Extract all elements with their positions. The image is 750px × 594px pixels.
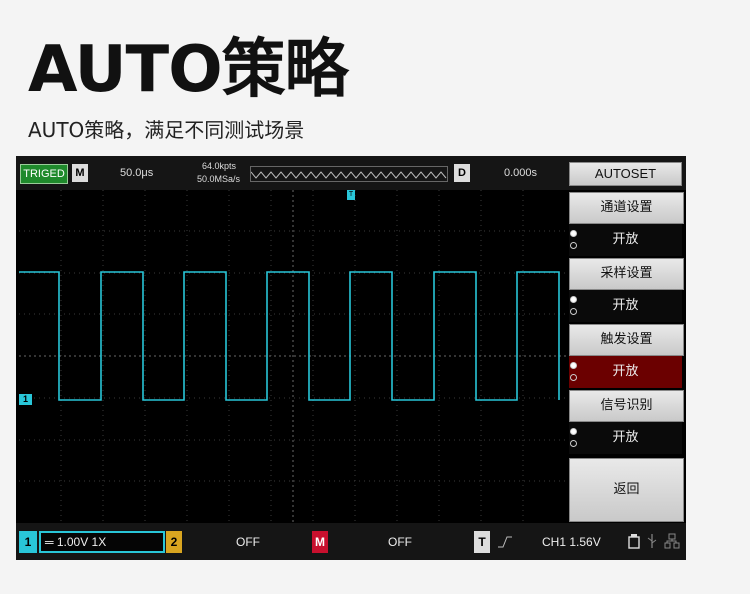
- hero-subtitle: AUTO策略，满足不同测试场景: [28, 118, 305, 142]
- memory-position-indicator: [250, 166, 448, 182]
- memory-zigzag: [250, 171, 447, 179]
- usb-drive-icon: [628, 533, 640, 553]
- menu-signal-recognition[interactable]: 信号识别: [569, 390, 684, 422]
- math-setting[interactable]: OFF: [388, 531, 412, 553]
- trigger-icon[interactable]: T: [474, 531, 490, 553]
- math-icon[interactable]: M: [312, 531, 328, 553]
- network-icon: [664, 533, 680, 553]
- menu-trigger-value[interactable]: 开放: [569, 356, 682, 388]
- menu-trigger-settings[interactable]: 触发设置: [569, 324, 684, 356]
- radio-on-indicator: [570, 296, 577, 303]
- bottom-status-bar: 1 ═ 1.00V 1X 2 OFF M OFF T CH1 1.56V: [16, 523, 686, 560]
- menu-back-button[interactable]: 返回: [569, 458, 684, 522]
- memory-depth: 64.0kpts: [202, 161, 237, 171]
- radio-off-indicator: [570, 308, 577, 315]
- hero-title: AUTO策略: [28, 33, 349, 107]
- radio-off-indicator: [570, 242, 577, 249]
- menu-signal-value[interactable]: 开放: [569, 422, 682, 454]
- ch1-number[interactable]: 1: [19, 531, 37, 553]
- ch1-square-wave: [19, 271, 560, 401]
- sample-rate: 50.0MSa/s: [197, 174, 241, 184]
- ch2-number[interactable]: 2: [166, 531, 182, 553]
- radio-on-indicator: [570, 230, 577, 237]
- ch2-setting[interactable]: OFF: [236, 531, 260, 553]
- waveform-screen[interactable]: 1 T: [19, 190, 567, 523]
- autoset-button[interactable]: AUTOSET: [569, 162, 682, 186]
- menu-sampling-value[interactable]: 开放: [569, 290, 682, 322]
- oscilloscope-display: TRIGED M 50.0μs 64.0kpts 50.0MSa/s D 0.0…: [16, 156, 686, 560]
- usb-icon: [646, 533, 658, 553]
- radio-off-indicator: [570, 440, 577, 447]
- ch1-level-marker[interactable]: 1: [19, 394, 32, 405]
- trigger-position-marker[interactable]: T: [347, 190, 355, 200]
- timebase-value[interactable]: 50.0μs: [120, 167, 153, 179]
- top-status-bar: TRIGED M 50.0μs 64.0kpts 50.0MSa/s D 0.0…: [16, 156, 686, 190]
- radio-off-indicator: [570, 374, 577, 381]
- menu-channel-value[interactable]: 开放: [569, 224, 682, 256]
- ch1-setting[interactable]: ═ 1.00V 1X: [39, 531, 165, 553]
- radio-on-indicator: [570, 362, 577, 369]
- menu-sampling-settings[interactable]: 采样设置: [569, 258, 684, 290]
- waveform-grid: [19, 190, 567, 523]
- trigger-status-badge: TRIGED: [20, 164, 68, 184]
- mode-icon[interactable]: M: [72, 164, 88, 182]
- trigger-setting[interactable]: CH1 1.56V: [542, 531, 601, 553]
- rising-edge-icon: [498, 534, 512, 553]
- softkey-menu: 通道设置 开放 采样设置 开放 触发设置 开放 信号识别 开放 返回: [568, 190, 686, 523]
- menu-channel-settings[interactable]: 通道设置: [569, 192, 684, 224]
- radio-on-indicator: [570, 428, 577, 435]
- delay-value[interactable]: 0.000s: [504, 167, 537, 179]
- delay-icon[interactable]: D: [454, 164, 470, 182]
